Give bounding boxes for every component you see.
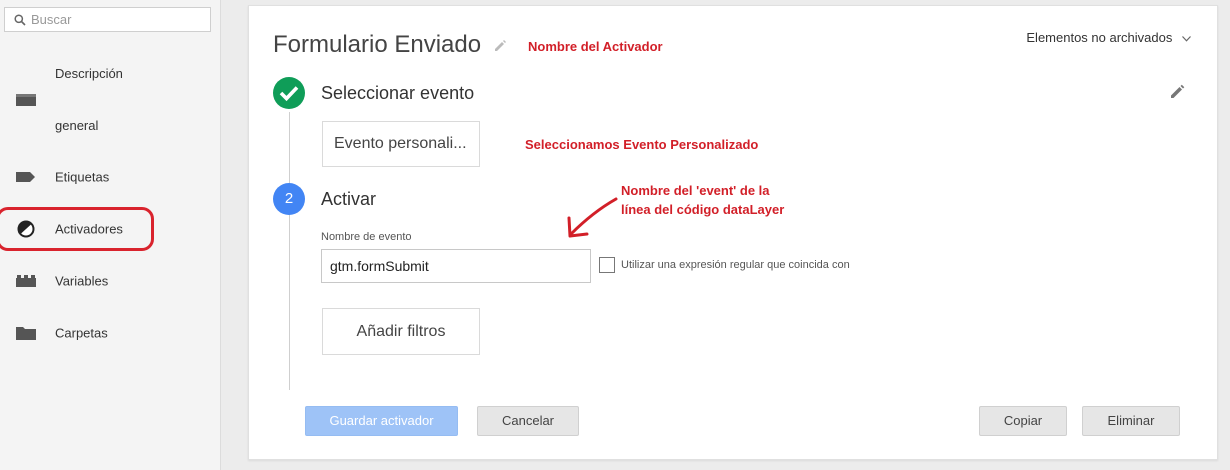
step-complete-indicator: [273, 77, 305, 109]
folder-icon: [16, 327, 36, 340]
cancel-button[interactable]: Cancelar: [477, 406, 579, 436]
search-input[interactable]: [31, 10, 206, 29]
regex-checkbox-label: Utilizar una expresión regular que coinc…: [621, 259, 850, 271]
event-name-label: Nombre de evento: [321, 231, 412, 243]
annotation-custom-event: Seleccionamos Evento Personalizado: [525, 137, 759, 152]
sidebar-item-variables[interactable]: Variables: [0, 261, 220, 301]
annotation-event-name-line2: línea del código dataLayer: [621, 202, 785, 217]
event-name-input[interactable]: [321, 249, 591, 283]
event-type-selector[interactable]: Evento personali...: [322, 121, 480, 167]
search-box[interactable]: [4, 7, 211, 32]
sidebar-item-label: Etiquetas: [55, 169, 110, 185]
save-trigger-button[interactable]: Guardar activador: [305, 406, 458, 436]
archive-filter-label: Elementos no archivados: [1026, 30, 1173, 45]
regex-checkbox[interactable]: [599, 257, 615, 273]
tag-icon: [16, 172, 35, 182]
archive-filter-dropdown[interactable]: Elementos no archivados: [1026, 30, 1191, 45]
add-filters-button[interactable]: Añadir filtros: [322, 308, 480, 355]
delete-button[interactable]: Eliminar: [1082, 406, 1180, 436]
folder-icon: [16, 94, 36, 106]
annotation-event-name-line1: Nombre del 'event' de la: [621, 183, 770, 198]
pencil-icon[interactable]: [493, 39, 507, 53]
page-title: Formulario Enviado: [273, 31, 482, 58]
sidebar-item-label: general: [55, 118, 99, 133]
pencil-icon[interactable]: [1169, 84, 1185, 100]
step-activate-title: Activar: [321, 189, 377, 209]
annotation-arrow: [567, 197, 618, 238]
sidebar-item-tags[interactable]: Etiquetas: [0, 157, 220, 197]
trigger-editor-card: Formulario Enviado Nombre del Activador …: [248, 5, 1218, 460]
sidebar-item-label: Variables: [55, 273, 109, 289]
sidebar-item-folders[interactable]: Carpetas: [0, 313, 220, 353]
copy-button[interactable]: Copiar: [979, 406, 1067, 436]
annotation-trigger-name: Nombre del Activador: [528, 39, 663, 54]
step-number-badge: 2: [273, 183, 305, 215]
sidebar-item-label: Descripción: [55, 66, 123, 81]
check-icon: [279, 86, 299, 102]
highlight-annotation-ring: [0, 207, 154, 251]
chevron-down-icon: [1182, 35, 1191, 42]
step-select-event-title: Seleccionar evento: [321, 83, 475, 103]
search-icon: [14, 14, 26, 26]
sidebar: Descripción general Etiquetas Activadore…: [0, 0, 221, 470]
step-connector-line: [289, 112, 290, 390]
sidebar-item-overview[interactable]: [0, 79, 220, 119]
sidebar-item-label: Carpetas: [55, 325, 108, 341]
blocks-icon: [16, 275, 36, 287]
